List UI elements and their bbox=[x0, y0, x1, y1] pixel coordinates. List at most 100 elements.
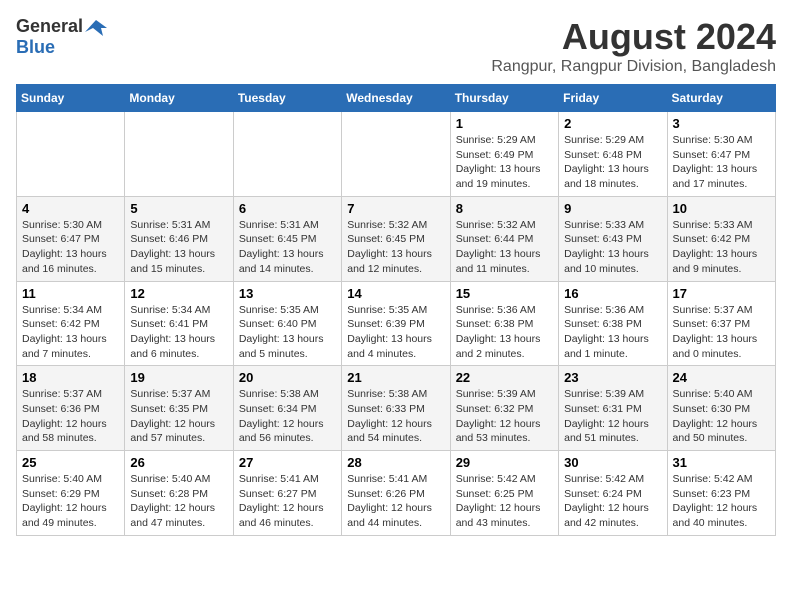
header-day-tuesday: Tuesday bbox=[233, 85, 341, 112]
calendar-cell: 15 Sunrise: 5:36 AMSunset: 6:38 PMDayligh… bbox=[450, 281, 558, 366]
calendar-cell bbox=[342, 112, 450, 197]
calendar-cell: 11Sunrise: 5:34 AMSunset: 6:42 PMDayligh… bbox=[17, 281, 125, 366]
day-info: Sunrise: 5:30 AMSunset: 6:47 PMDaylight:… bbox=[22, 218, 119, 277]
day-info: Sunrise: 5:33 AMSunset: 6:42 PMDaylight:… bbox=[673, 218, 770, 277]
day-info: Sunrise: 5:35 AMSunset: 6:40 PMDaylight:… bbox=[239, 303, 336, 362]
day-info: Sunrise: 5:36 AMSunset: 6:38 PMDaylight:… bbox=[456, 303, 553, 362]
day-info: Sunrise: 5:35 AMSunset: 6:39 PMDaylight:… bbox=[347, 303, 444, 362]
calendar-cell: 14 Sunrise: 5:35 AMSunset: 6:39 PMDayligh… bbox=[342, 281, 450, 366]
day-number: 2 bbox=[564, 116, 661, 131]
day-info: Sunrise: 5:37 AMSunset: 6:36 PMDaylight:… bbox=[22, 387, 119, 446]
calendar-cell: 2 Sunrise: 5:29 AMSunset: 6:48 PMDaylight… bbox=[559, 112, 667, 197]
header-day-saturday: Saturday bbox=[667, 85, 775, 112]
day-number: 22 bbox=[456, 370, 553, 385]
calendar-cell: 10 Sunrise: 5:33 AMSunset: 6:42 PMDayligh… bbox=[667, 196, 775, 281]
day-number: 14 bbox=[347, 286, 444, 301]
calendar-header: SundayMondayTuesdayWednesdayThursdayFrid… bbox=[17, 85, 776, 112]
calendar-cell: 1Sunrise: 5:29 AMSunset: 6:49 PMDaylight… bbox=[450, 112, 558, 197]
day-info: Sunrise: 5:32 AMSunset: 6:44 PMDaylight:… bbox=[456, 218, 553, 277]
day-number: 26 bbox=[130, 455, 227, 470]
header-row: SundayMondayTuesdayWednesdayThursdayFrid… bbox=[17, 85, 776, 112]
calendar-cell: 22Sunrise: 5:39 AMSunset: 6:32 PMDayligh… bbox=[450, 366, 558, 451]
day-info: Sunrise: 5:41 AMSunset: 6:27 PMDaylight:… bbox=[239, 472, 336, 531]
day-number: 29 bbox=[456, 455, 553, 470]
calendar-cell: 4 Sunrise: 5:30 AMSunset: 6:47 PMDaylight… bbox=[17, 196, 125, 281]
day-info: Sunrise: 5:34 AMSunset: 6:41 PMDaylight:… bbox=[130, 303, 227, 362]
day-number: 15 bbox=[456, 286, 553, 301]
day-number: 30 bbox=[564, 455, 661, 470]
week-row-1: 1Sunrise: 5:29 AMSunset: 6:49 PMDaylight… bbox=[17, 112, 776, 197]
day-info: Sunrise: 5:38 AMSunset: 6:34 PMDaylight:… bbox=[239, 387, 336, 446]
logo: General Blue bbox=[16, 16, 107, 58]
day-number: 3 bbox=[673, 116, 770, 131]
calendar-cell: 29 Sunrise: 5:42 AMSunset: 6:25 PMDayligh… bbox=[450, 451, 558, 536]
day-info: Sunrise: 5:32 AMSunset: 6:45 PMDaylight:… bbox=[347, 218, 444, 277]
day-number: 4 bbox=[22, 201, 119, 216]
page-title: August 2024 bbox=[491, 16, 776, 58]
week-row-5: 25 Sunrise: 5:40 AMSunset: 6:29 PMDayligh… bbox=[17, 451, 776, 536]
calendar-cell: 21 Sunrise: 5:38 AMSunset: 6:33 PMDayligh… bbox=[342, 366, 450, 451]
logo-bird-icon bbox=[85, 18, 107, 36]
day-number: 10 bbox=[673, 201, 770, 216]
calendar-cell: 30 Sunrise: 5:42 AMSunset: 6:24 PMDayligh… bbox=[559, 451, 667, 536]
day-number: 8 bbox=[456, 201, 553, 216]
day-info: Sunrise: 5:40 AMSunset: 6:29 PMDaylight:… bbox=[22, 472, 119, 531]
week-row-4: 18Sunrise: 5:37 AMSunset: 6:36 PMDayligh… bbox=[17, 366, 776, 451]
logo-blue: Blue bbox=[16, 37, 55, 57]
day-number: 13 bbox=[239, 286, 336, 301]
day-number: 23 bbox=[564, 370, 661, 385]
day-number: 20 bbox=[239, 370, 336, 385]
day-info: Sunrise: 5:31 AMSunset: 6:45 PMDaylight:… bbox=[239, 218, 336, 277]
calendar-body: 1Sunrise: 5:29 AMSunset: 6:49 PMDaylight… bbox=[17, 112, 776, 536]
day-info: Sunrise: 5:33 AMSunset: 6:43 PMDaylight:… bbox=[564, 218, 661, 277]
day-number: 25 bbox=[22, 455, 119, 470]
day-number: 21 bbox=[347, 370, 444, 385]
header-day-wednesday: Wednesday bbox=[342, 85, 450, 112]
calendar-cell bbox=[125, 112, 233, 197]
day-info: Sunrise: 5:37 AMSunset: 6:35 PMDaylight:… bbox=[130, 387, 227, 446]
day-number: 9 bbox=[564, 201, 661, 216]
day-number: 19 bbox=[130, 370, 227, 385]
day-number: 1 bbox=[456, 116, 553, 131]
title-area: August 2024 Rangpur, Rangpur Division, B… bbox=[491, 16, 776, 76]
day-number: 28 bbox=[347, 455, 444, 470]
day-info: Sunrise: 5:29 AMSunset: 6:48 PMDaylight:… bbox=[564, 133, 661, 192]
calendar-cell: 3Sunrise: 5:30 AMSunset: 6:47 PMDaylight… bbox=[667, 112, 775, 197]
day-info: Sunrise: 5:41 AMSunset: 6:26 PMDaylight:… bbox=[347, 472, 444, 531]
calendar-cell: 28 Sunrise: 5:41 AMSunset: 6:26 PMDayligh… bbox=[342, 451, 450, 536]
calendar-cell: 12 Sunrise: 5:34 AMSunset: 6:41 PMDayligh… bbox=[125, 281, 233, 366]
page-subtitle: Rangpur, Rangpur Division, Bangladesh bbox=[491, 58, 776, 76]
day-info: Sunrise: 5:36 AMSunset: 6:38 PMDaylight:… bbox=[564, 303, 661, 362]
calendar-cell: 13 Sunrise: 5:35 AMSunset: 6:40 PMDayligh… bbox=[233, 281, 341, 366]
calendar-cell: 27 Sunrise: 5:41 AMSunset: 6:27 PMDayligh… bbox=[233, 451, 341, 536]
day-info: Sunrise: 5:42 AMSunset: 6:23 PMDaylight:… bbox=[673, 472, 770, 531]
day-info: Sunrise: 5:42 AMSunset: 6:24 PMDaylight:… bbox=[564, 472, 661, 531]
calendar-cell: 31Sunrise: 5:42 AMSunset: 6:23 PMDayligh… bbox=[667, 451, 775, 536]
day-info: Sunrise: 5:42 AMSunset: 6:25 PMDaylight:… bbox=[456, 472, 553, 531]
logo-general: General bbox=[16, 16, 83, 37]
calendar-cell: 7Sunrise: 5:32 AMSunset: 6:45 PMDaylight… bbox=[342, 196, 450, 281]
calendar-cell: 18Sunrise: 5:37 AMSunset: 6:36 PMDayligh… bbox=[17, 366, 125, 451]
calendar-table: SundayMondayTuesdayWednesdayThursdayFrid… bbox=[16, 84, 776, 536]
calendar-cell: 25 Sunrise: 5:40 AMSunset: 6:29 PMDayligh… bbox=[17, 451, 125, 536]
header-day-sunday: Sunday bbox=[17, 85, 125, 112]
calendar-cell: 16Sunrise: 5:36 AMSunset: 6:38 PMDayligh… bbox=[559, 281, 667, 366]
day-number: 27 bbox=[239, 455, 336, 470]
day-number: 6 bbox=[239, 201, 336, 216]
week-row-3: 11Sunrise: 5:34 AMSunset: 6:42 PMDayligh… bbox=[17, 281, 776, 366]
day-info: Sunrise: 5:38 AMSunset: 6:33 PMDaylight:… bbox=[347, 387, 444, 446]
calendar-cell: 8 Sunrise: 5:32 AMSunset: 6:44 PMDaylight… bbox=[450, 196, 558, 281]
calendar-cell: 20 Sunrise: 5:38 AMSunset: 6:34 PMDayligh… bbox=[233, 366, 341, 451]
calendar-cell: 5 Sunrise: 5:31 AMSunset: 6:46 PMDaylight… bbox=[125, 196, 233, 281]
day-info: Sunrise: 5:34 AMSunset: 6:42 PMDaylight:… bbox=[22, 303, 119, 362]
calendar-cell: 17Sunrise: 5:37 AMSunset: 6:37 PMDayligh… bbox=[667, 281, 775, 366]
page-header: General Blue August 2024 Rangpur, Rangpu… bbox=[16, 16, 776, 76]
calendar-cell: 26Sunrise: 5:40 AMSunset: 6:28 PMDayligh… bbox=[125, 451, 233, 536]
day-info: Sunrise: 5:37 AMSunset: 6:37 PMDaylight:… bbox=[673, 303, 770, 362]
header-day-friday: Friday bbox=[559, 85, 667, 112]
day-number: 5 bbox=[130, 201, 227, 216]
day-number: 12 bbox=[130, 286, 227, 301]
day-info: Sunrise: 5:39 AMSunset: 6:31 PMDaylight:… bbox=[564, 387, 661, 446]
calendar-cell: 24Sunrise: 5:40 AMSunset: 6:30 PMDayligh… bbox=[667, 366, 775, 451]
day-info: Sunrise: 5:31 AMSunset: 6:46 PMDaylight:… bbox=[130, 218, 227, 277]
